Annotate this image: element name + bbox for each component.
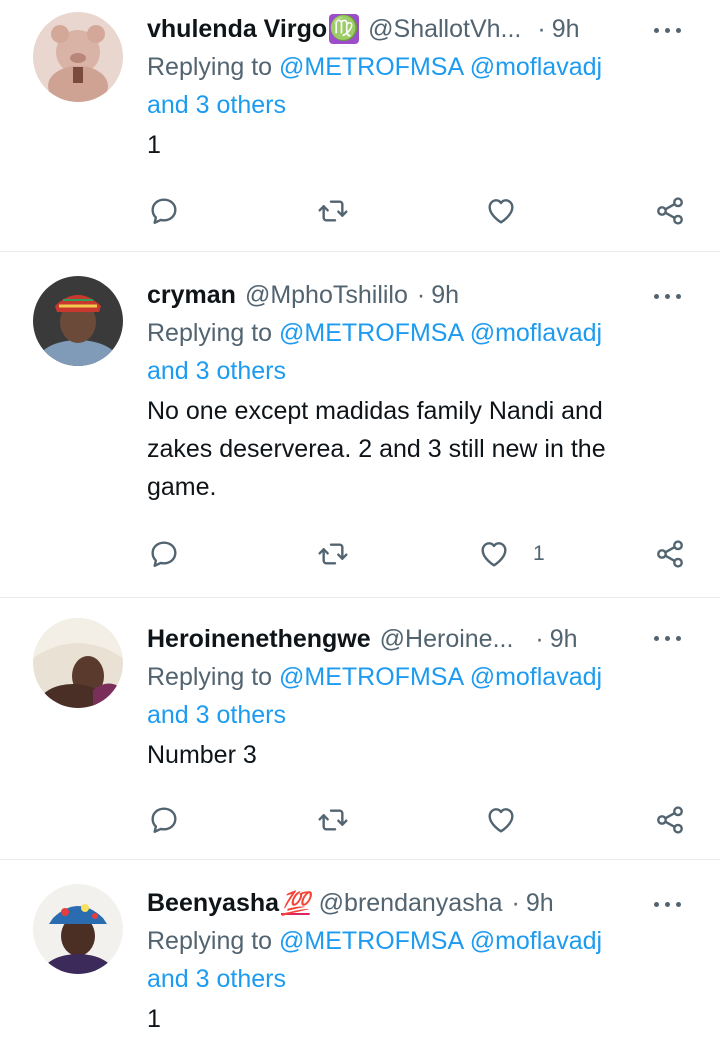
heart-icon[interactable] <box>474 534 514 574</box>
tweet-text: 1 <box>147 131 161 159</box>
timestamp[interactable]: 9h <box>526 889 554 918</box>
tweet-text: No one except madidas family Nandi and z… <box>147 392 694 506</box>
avatar[interactable] <box>33 618 123 708</box>
more-options-icon[interactable] <box>654 632 684 644</box>
display-name[interactable]: vhulenda Virgo <box>147 15 327 44</box>
mention-link[interactable]: @METROFMSA <box>279 663 463 691</box>
tweet-header: Heroinenethengwe @Heroine... · 9h <box>147 620 694 658</box>
mention-link[interactable]: @moflavadj <box>470 663 602 691</box>
replying-to: Replying to @METROFMSA @moflavadj and 3 … <box>147 922 694 998</box>
tweet-header: vhulenda Virgo ♍ @ShallotVh... · 9h <box>147 10 694 48</box>
replying-prefix: Replying to <box>147 53 280 81</box>
reply-icon[interactable] <box>144 800 184 840</box>
avatar[interactable] <box>33 12 123 102</box>
separator: · <box>416 280 426 309</box>
others-link[interactable]: and 3 others <box>147 701 286 729</box>
tweet-actions <box>0 800 720 840</box>
more-options-icon[interactable] <box>654 290 684 302</box>
like-count: 1 <box>533 542 545 565</box>
hundred-points-emoji: 💯 <box>281 889 310 916</box>
replying-to: Replying to @METROFMSA @moflavadj and 3 … <box>147 48 694 124</box>
user-handle[interactable]: @MphoTshililo <box>245 281 408 310</box>
tweet-actions: 1 <box>0 534 720 574</box>
retweet-icon[interactable] <box>313 800 353 840</box>
retweet-icon[interactable] <box>313 534 353 574</box>
mention-link[interactable]: @METROFMSA <box>279 927 463 955</box>
display-name[interactable]: Beenyasha <box>147 889 279 918</box>
separator: · <box>535 624 544 653</box>
reply-icon[interactable] <box>144 191 184 231</box>
replying-prefix: Replying to <box>147 927 280 955</box>
tweet-text: Number 3 <box>147 741 257 769</box>
heart-icon[interactable] <box>481 800 521 840</box>
more-options-icon[interactable] <box>654 24 684 36</box>
separator: · <box>537 14 546 43</box>
mention-link[interactable]: @moflavadj <box>470 319 602 347</box>
virgo-emoji: ♍ <box>329 14 360 44</box>
reply-icon[interactable] <box>144 534 184 574</box>
tweet[interactable]: cryman @MphoTshililo · 9h Replying to @M… <box>0 252 720 598</box>
tweet[interactable]: Heroinenethengwe @Heroine... · 9h Replyi… <box>0 598 720 860</box>
tweet-text: 1 <box>147 1005 161 1033</box>
user-handle[interactable]: @Heroine... <box>380 625 514 654</box>
share-icon[interactable] <box>650 534 690 574</box>
timestamp[interactable]: 9h <box>431 281 459 310</box>
tweet-actions <box>0 191 720 231</box>
others-link[interactable]: and 3 others <box>147 357 286 385</box>
separator: · <box>511 888 520 917</box>
avatar[interactable] <box>33 884 123 974</box>
mention-link[interactable]: @METROFMSA <box>279 319 463 347</box>
timestamp[interactable]: 9h <box>552 15 580 44</box>
tweet-text-line: zakes deserverea. 2 and 3 still new in t… <box>147 435 606 463</box>
tweet-text-line: No one except madidas family Nandi and <box>147 397 603 425</box>
tweet-header: Beenyasha 💯 @brendanyasha · 9h <box>147 884 694 922</box>
replying-prefix: Replying to <box>147 319 280 347</box>
mention-link[interactable]: @METROFMSA <box>279 53 463 81</box>
share-icon[interactable] <box>650 800 690 840</box>
timestamp[interactable]: 9h <box>550 625 578 654</box>
display-name[interactable]: cryman <box>147 281 236 310</box>
user-handle[interactable]: @brendanyasha <box>319 889 503 918</box>
mention-link[interactable]: @moflavadj <box>470 53 602 81</box>
user-handle[interactable]: @ShallotVh... <box>368 15 521 44</box>
heart-icon[interactable] <box>481 191 521 231</box>
replying-to: Replying to @METROFMSA @moflavadj and 3 … <box>147 314 694 390</box>
retweet-icon[interactable] <box>313 191 353 231</box>
replying-to: Replying to @METROFMSA @moflavadj and 3 … <box>147 658 694 734</box>
display-name[interactable]: Heroinenethengwe <box>147 625 371 654</box>
replying-prefix: Replying to <box>147 663 280 691</box>
share-icon[interactable] <box>650 191 690 231</box>
others-link[interactable]: and 3 others <box>147 91 286 119</box>
more-options-icon[interactable] <box>654 898 684 910</box>
tweet[interactable]: Beenyasha 💯 @brendanyasha · 9h Replying … <box>0 860 720 1048</box>
others-link[interactable]: and 3 others <box>147 965 286 993</box>
tweet-text-line: game. <box>147 473 217 501</box>
tweet[interactable]: vhulenda Virgo ♍ @ShallotVh... · 9h Repl… <box>0 0 720 252</box>
tweet-header: cryman @MphoTshililo · 9h <box>147 276 694 314</box>
mention-link[interactable]: @moflavadj <box>470 927 602 955</box>
avatar[interactable] <box>33 276 123 366</box>
